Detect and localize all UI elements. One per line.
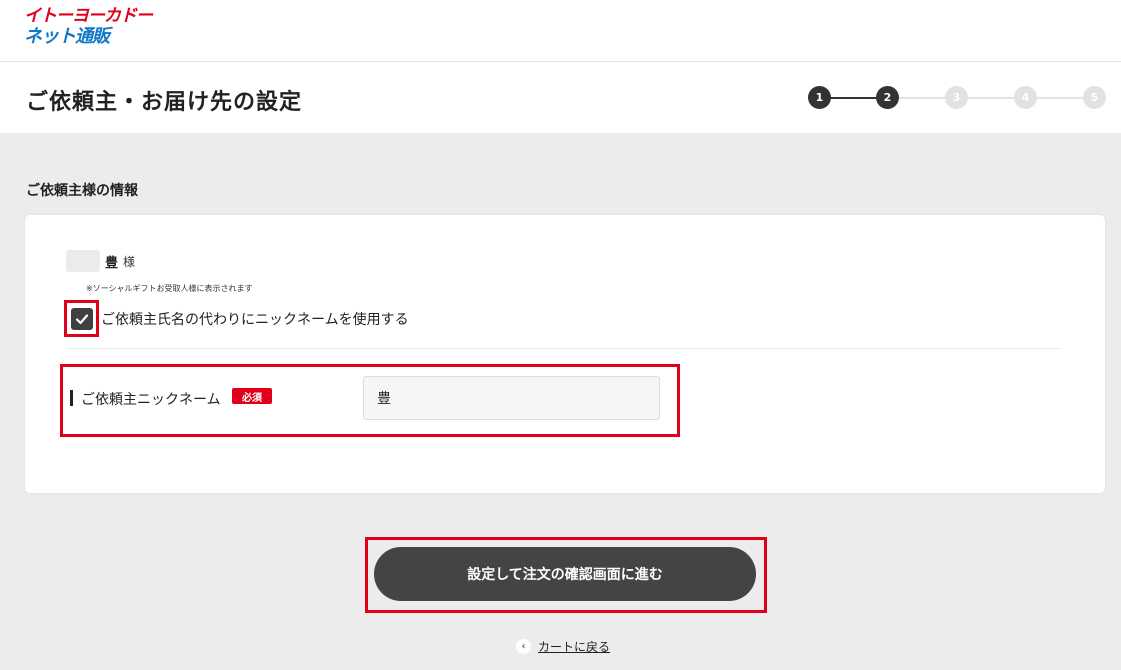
step-5: 5 — [1083, 86, 1106, 109]
site-header: イトーヨーカドー ネット通販 — [0, 0, 1121, 62]
logo-line-2: ネット通販 — [24, 26, 110, 47]
sender-name-row: 豊 様 — [66, 250, 135, 272]
field-label-marker — [70, 390, 73, 406]
sender-name: 豊 — [105, 255, 119, 271]
page-title-bar: ご依頼主・お届け先の設定 1 2 3 4 5 — [0, 62, 1121, 133]
sender-honorific: 様 — [123, 254, 136, 269]
step-4: 4 — [1014, 86, 1037, 109]
site-logo[interactable]: イトーヨーカドー ネット通販 — [24, 6, 153, 47]
logo-line-1: イトーヨーカドー — [24, 6, 153, 26]
back-to-cart-link[interactable]: ‹ カートに戻る — [516, 638, 610, 655]
step-connector-2 — [887, 97, 1094, 99]
display-note: ※ソーシャルギフトお受取人様に表示されます — [86, 284, 253, 293]
step-2: 2 — [876, 86, 899, 109]
checkmark-icon — [75, 314, 89, 325]
required-badge: 必須 — [232, 388, 272, 404]
step-3: 3 — [945, 86, 968, 109]
step-1: 1 — [808, 86, 831, 109]
sender-info-card — [25, 215, 1105, 493]
nickname-input[interactable] — [363, 376, 660, 420]
section-title: ご依頼主様の情報 — [26, 183, 138, 199]
redacted-name — [66, 250, 100, 272]
page-title: ご依頼主・お届け先の設定 — [26, 90, 303, 115]
back-to-cart-label: カートに戻る — [538, 640, 611, 654]
section-divider — [67, 348, 1061, 349]
chevron-left-icon: ‹ — [516, 639, 531, 654]
use-nickname-label[interactable]: ご依頼主氏名の代わりにニックネームを使用する — [101, 309, 409, 329]
progress-stepper: 1 2 3 4 5 — [808, 86, 1108, 110]
nickname-field-label: ご依頼主ニックネーム — [81, 392, 221, 408]
proceed-to-confirmation-button[interactable]: 設定して注文の確認画面に進む — [374, 547, 756, 601]
use-nickname-checkbox[interactable] — [71, 308, 93, 330]
